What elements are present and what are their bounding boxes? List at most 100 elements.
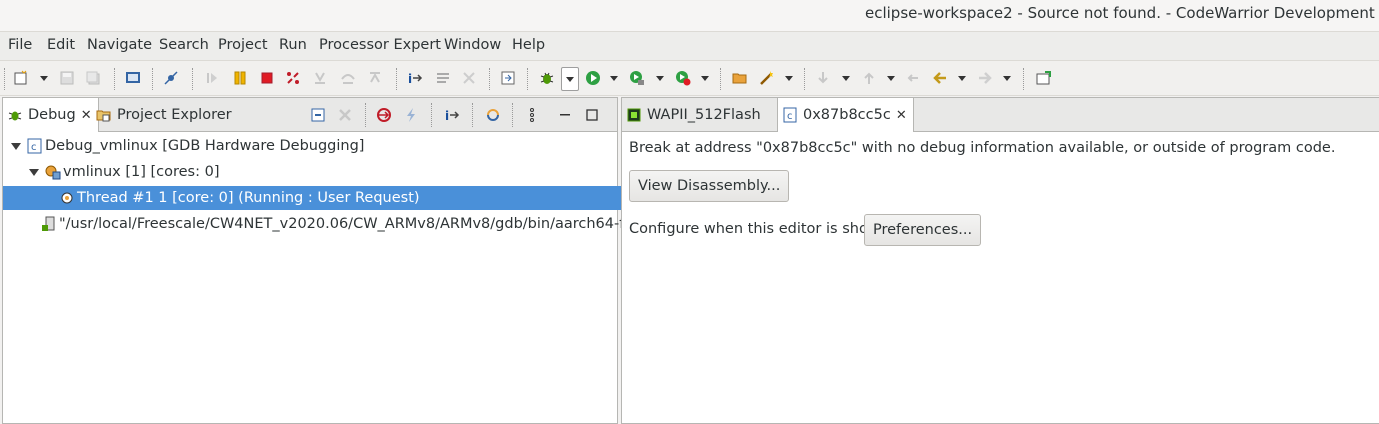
view-toolbar-separator	[512, 103, 514, 127]
thread-icon	[59, 190, 75, 206]
preferences-button[interactable]: Preferences...	[864, 214, 982, 246]
tree-item-gdb[interactable]: "/usr/local/Freescale/CW4NET_v2020.06/CW…	[3, 212, 669, 236]
instruction-step-mode-icon[interactable]: i	[443, 106, 461, 124]
source-not-found-message: Break at address "0x87b8cc5c" with no de…	[629, 140, 1336, 156]
tab-label: WAPII_512Flash	[647, 106, 761, 123]
step-return-icon[interactable]	[366, 69, 384, 87]
menu-file[interactable]: File	[8, 37, 32, 53]
tree-item-label: Thread #1 1 [core: 0] (Running : User Re…	[77, 190, 420, 206]
tab-debug[interactable]: Debug ✕	[3, 98, 99, 132]
debug-icon[interactable]	[538, 69, 556, 87]
tree-item-process[interactable]: vmlinux [1] [cores: 0]	[3, 160, 641, 184]
connect-icon[interactable]	[375, 106, 393, 124]
toolbar-separator	[152, 68, 154, 90]
minimize-icon[interactable]	[556, 106, 574, 124]
terminal-icon[interactable]	[124, 69, 142, 87]
drop-to-frame-icon[interactable]	[434, 69, 452, 87]
toolbar-separator	[1023, 68, 1025, 90]
toolbar-separator	[489, 68, 491, 90]
tree-item-thread[interactable]: Thread #1 1 [core: 0] (Running : User Re…	[3, 186, 671, 210]
refresh-icon[interactable]	[484, 106, 502, 124]
svg-text:c: c	[31, 142, 37, 153]
menu-window[interactable]: Window	[444, 37, 501, 53]
open-folder-icon[interactable]	[731, 69, 749, 87]
menu-project[interactable]: Project	[218, 37, 268, 53]
stop-tool-dropdown-icon[interactable]	[701, 76, 709, 81]
back-dropdown-icon[interactable]	[958, 76, 966, 81]
save-icon[interactable]	[58, 69, 76, 87]
tab-project-explorer[interactable]: Project Explorer	[96, 98, 232, 131]
previous-annotation-dropdown-icon[interactable]	[887, 76, 895, 81]
svg-text:c: c	[787, 111, 793, 122]
lightning-icon[interactable]	[402, 106, 420, 124]
tree-item-label: "/usr/local/Freescale/CW4NET_v2020.06/CW…	[59, 216, 669, 232]
close-icon[interactable]: ✕	[896, 108, 907, 123]
tab-address[interactable]: c 0x87b8cc5c ✕	[777, 98, 914, 132]
tab-debug-label: Debug	[28, 107, 76, 123]
toolbar-separator	[527, 68, 529, 90]
menu-bar: File Edit Navigate Search Project Run Pr…	[0, 32, 1379, 61]
debug-configurations-dropdown[interactable]	[561, 67, 579, 91]
stop-tool-icon[interactable]	[674, 69, 692, 87]
main-toolbar: i	[0, 61, 1379, 96]
debug-icon	[7, 107, 23, 123]
resume-icon[interactable]	[203, 69, 221, 87]
terminate-icon[interactable]	[258, 69, 276, 87]
tab-wapii-512flash[interactable]: WAPII_512Flash	[622, 98, 776, 131]
debug-view-tabbar: Debug ✕ Project Explorer i	[3, 98, 617, 132]
forward-icon[interactable]	[976, 69, 994, 87]
editor-area: WAPII_512Flash c 0x87b8cc5c ✕ Break at a…	[621, 97, 1379, 424]
disconnect-icon[interactable]	[284, 69, 302, 87]
external-tool-dropdown-icon[interactable]	[656, 76, 664, 81]
editor-tabbar: WAPII_512Flash c 0x87b8cc5c ✕	[622, 98, 1379, 132]
close-icon[interactable]: ✕	[81, 108, 92, 123]
toolbar-separator	[192, 68, 194, 90]
launch-config-icon: c	[27, 138, 43, 154]
menu-run[interactable]: Run	[279, 37, 307, 53]
forward-dropdown-icon[interactable]	[1003, 76, 1011, 81]
open-console-icon[interactable]	[499, 69, 517, 87]
wand-icon[interactable]	[758, 69, 776, 87]
step-over-icon[interactable]	[339, 69, 357, 87]
next-annotation-icon[interactable]	[814, 69, 832, 87]
suspend-icon[interactable]	[231, 69, 249, 87]
previous-annotation-icon[interactable]	[860, 69, 878, 87]
view-toolbar-separator	[472, 103, 474, 127]
window-title: eclipse-workspace2 - Source not found. -…	[865, 4, 1379, 22]
expand-icon[interactable]	[11, 142, 21, 150]
next-annotation-dropdown-icon[interactable]	[842, 76, 850, 81]
new-icon[interactable]	[12, 69, 30, 87]
run-external-tool-icon[interactable]	[628, 69, 646, 87]
instruction-stepping-icon[interactable]: i	[406, 69, 424, 87]
new-dropdown-icon[interactable]	[40, 76, 48, 81]
run-dropdown-icon[interactable]	[610, 76, 618, 81]
menu-navigate[interactable]: Navigate	[87, 37, 152, 53]
back-icon[interactable]	[931, 69, 949, 87]
use-step-filters-icon[interactable]	[460, 69, 478, 87]
maximize-icon[interactable]	[583, 106, 601, 124]
pin-editor-icon[interactable]	[1035, 69, 1053, 87]
wand-dropdown-icon[interactable]	[785, 76, 793, 81]
save-all-icon[interactable]	[84, 69, 102, 87]
remove-all-terminated-icon[interactable]	[336, 106, 354, 124]
c-file-icon: c	[782, 107, 798, 123]
last-edit-icon[interactable]	[905, 69, 923, 87]
toolbar-separator	[720, 68, 722, 90]
view-toolbar-separator	[365, 103, 367, 127]
view-disassembly-button[interactable]: View Disassembly...	[629, 170, 790, 202]
skip-breakpoints-icon[interactable]	[162, 69, 180, 87]
menu-edit[interactable]: Edit	[47, 37, 75, 53]
menu-search[interactable]: Search	[159, 37, 209, 53]
menu-help[interactable]: Help	[512, 37, 545, 53]
tree-item-launch[interactable]: c Debug_vmlinux [GDB Hardware Debugging]	[3, 134, 623, 158]
view-menu-icon[interactable]	[523, 106, 541, 124]
tree-item-label: Debug_vmlinux [GDB Hardware Debugging]	[45, 138, 365, 154]
process-icon	[45, 164, 61, 180]
tab-label: 0x87b8cc5c	[803, 107, 891, 123]
collapse-all-icon[interactable]	[309, 106, 327, 124]
debug-view: Debug ✕ Project Explorer i c Debug_vmlin…	[2, 97, 671, 424]
expand-icon[interactable]	[29, 168, 39, 176]
menu-processor-expert[interactable]: Processor Expert	[319, 37, 441, 53]
run-icon[interactable]	[584, 69, 602, 87]
step-into-icon[interactable]	[311, 69, 329, 87]
